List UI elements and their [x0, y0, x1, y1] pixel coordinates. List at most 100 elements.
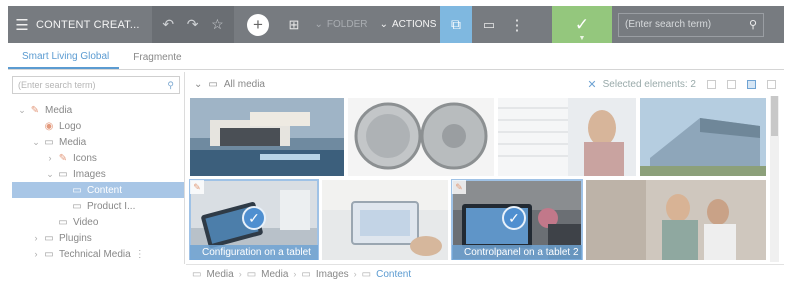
folder-icon: ▭ — [58, 168, 68, 180]
woman-window-image — [498, 98, 636, 176]
house-image — [190, 98, 344, 176]
media-thumbnail[interactable]: ✎ ✓ Configuration on a tablet — [189, 179, 319, 260]
chevron-down-icon[interactable]: ⌄ — [194, 79, 202, 90]
tree-item-icons[interactable]: › ✎ Icons — [8, 150, 184, 166]
tab-bar: Smart Living Global Fragmente — [8, 46, 784, 70]
couple-kitchen-image — [586, 180, 766, 260]
search-placeholder: (Enter search term) — [625, 19, 712, 30]
folder-icon: ▭ — [44, 248, 54, 260]
caret-down-icon[interactable]: ▼ — [579, 35, 586, 42]
confirm-button[interactable]: ✓ ▼ — [552, 6, 612, 43]
media-thumbnail[interactable] — [498, 98, 636, 176]
more-options-icon[interactable]: ⋮ — [506, 16, 528, 34]
more-options-icon[interactable]: ⋮ — [135, 249, 145, 260]
folder-icon: ▭ — [58, 216, 68, 228]
breadcrumb-item[interactable]: Media — [261, 269, 288, 280]
search-icon[interactable]: ⚲ — [749, 18, 757, 31]
folder-icon: ▭ — [72, 184, 82, 196]
chevron-down-icon: ⌄ — [379, 19, 388, 30]
app-title[interactable]: CONTENT CREAT... — [36, 19, 152, 31]
tree-item-media[interactable]: ⌄ ▭ Media — [8, 134, 184, 150]
folder-icon: ▭ — [361, 268, 372, 280]
folder-label: FOLDER — [326, 19, 368, 30]
tree-item-media-root[interactable]: ⌄ ✎ Media — [8, 102, 184, 118]
tree-item-logo[interactable]: ◉ Logo — [8, 118, 184, 134]
tree-item-label: Media — [45, 104, 73, 116]
chevron-right-icon[interactable]: › — [30, 249, 42, 259]
actions-menu[interactable]: ⌄ ACTIONS — [376, 19, 440, 30]
grid-icon[interactable]: ⊞ — [282, 17, 306, 33]
tree-item-label: Video — [73, 216, 99, 228]
breadcrumb-item-current[interactable]: Content — [376, 269, 411, 280]
folder-icon: ▭ — [246, 268, 257, 280]
tile-view-icon[interactable] — [747, 79, 756, 89]
check-icon[interactable]: ✓ — [502, 206, 526, 230]
add-button[interactable]: + — [234, 6, 282, 43]
folder-icon: ▭ — [72, 200, 82, 212]
multi-select-icon: ⧉ — [451, 16, 461, 32]
media-thumbnail[interactable] — [348, 98, 494, 176]
chevron-down-icon[interactable]: ⌄ — [44, 169, 56, 180]
chevron-down-icon[interactable]: ⌄ — [16, 105, 28, 116]
device-icon: ▭ — [482, 16, 496, 32]
detail-view-icon[interactable] — [727, 79, 736, 89]
actions-label: ACTIONS — [391, 19, 437, 30]
list-view-icon[interactable] — [707, 79, 716, 89]
robot-vacuum-image — [348, 98, 494, 176]
media-scope-label[interactable]: All media — [224, 79, 265, 90]
media-header: ⌄ ▭ All media ✕ Selected elements: 2 — [186, 72, 784, 96]
menu-icon[interactable]: ☰ — [8, 6, 36, 43]
tree-item-label: Content — [87, 184, 123, 196]
eye-icon: ◉ — [44, 120, 54, 132]
star-icon[interactable]: ☆ — [211, 16, 224, 33]
folder-menu[interactable]: ⌄ FOLDER — [306, 19, 376, 30]
media-panel: ⌄ ▭ All media ✕ Selected elements: 2 ✎ ✓… — [186, 72, 784, 283]
chevron-down-icon: ⌄ — [314, 19, 323, 30]
media-scrollbar[interactable] — [770, 96, 779, 262]
search-icon[interactable]: ⚲ — [167, 80, 174, 91]
select-mode-button[interactable]: ⧉ — [440, 6, 472, 43]
folder-icon: ▭ — [44, 232, 54, 244]
tree-item-label: Logo — [59, 120, 82, 132]
tree-search-placeholder: (Enter search term) — [18, 80, 96, 90]
tree-item-content[interactable]: ▭ Content — [12, 182, 184, 198]
chevron-right-icon[interactable]: › — [30, 233, 42, 243]
device-preview-button[interactable]: ▭ — [472, 17, 506, 33]
tree-item-images[interactable]: ⌄ ▭ Images — [8, 166, 184, 182]
tree-item-label: Technical Media — [59, 248, 131, 260]
media-thumbnail[interactable] — [586, 180, 766, 260]
breadcrumb-separator: › — [238, 269, 242, 279]
tab-smart-living-global[interactable]: Smart Living Global — [8, 51, 120, 69]
undo-icon[interactable]: ↶ — [162, 16, 174, 33]
breadcrumb: ▭ Media › ▭ Media › ▭ Images › ▭ Content — [186, 264, 784, 283]
folder-icon: ▭ — [301, 268, 311, 280]
thumbnail-caption: Controlpanel on a tablet 2 — [452, 245, 582, 260]
pencil-icon: ✎ — [58, 152, 68, 164]
breadcrumb-item[interactable]: Images — [316, 269, 349, 280]
media-thumbnail[interactable] — [640, 98, 766, 176]
tree-item-technical-media[interactable]: › ▭ Technical Media ⋮ — [8, 246, 184, 262]
redo-icon[interactable]: ↷ — [187, 16, 199, 33]
tree-item-product-images[interactable]: ▭ Product I... — [8, 198, 184, 214]
breadcrumb-separator: › — [353, 269, 357, 279]
scrollbar-thumb[interactable] — [771, 96, 778, 136]
tree-search-input[interactable]: (Enter search term) ⚲ — [12, 76, 180, 94]
media-thumbnail[interactable] — [190, 98, 344, 176]
check-icon[interactable]: ✓ — [242, 206, 266, 230]
search-input[interactable]: (Enter search term) ⚲ — [618, 12, 764, 37]
breadcrumb-item[interactable]: Media — [206, 269, 233, 280]
tab-fragmente[interactable]: Fragmente — [119, 52, 191, 69]
thumbnail-caption: Configuration on a tablet — [190, 245, 318, 260]
clear-selection-icon[interactable]: ✕ — [587, 78, 596, 91]
selected-count: Selected elements: 2 — [602, 78, 696, 90]
tree-item-plugins[interactable]: › ▭ Plugins — [8, 230, 184, 246]
tree-item-label: Media — [59, 136, 87, 148]
tree-item-label: Icons — [73, 152, 97, 164]
tree-item-video[interactable]: ▭ Video — [8, 214, 184, 230]
media-thumbnail[interactable]: ✎ ✓ Controlpanel on a tablet 2 — [451, 179, 583, 260]
chevron-down-icon[interactable]: ⌄ — [30, 137, 42, 148]
small-tile-view-icon[interactable] — [767, 79, 776, 89]
media-thumbnail[interactable] — [322, 180, 448, 260]
chevron-right-icon[interactable]: › — [44, 153, 56, 163]
folder-icon: ▭ — [208, 78, 218, 90]
